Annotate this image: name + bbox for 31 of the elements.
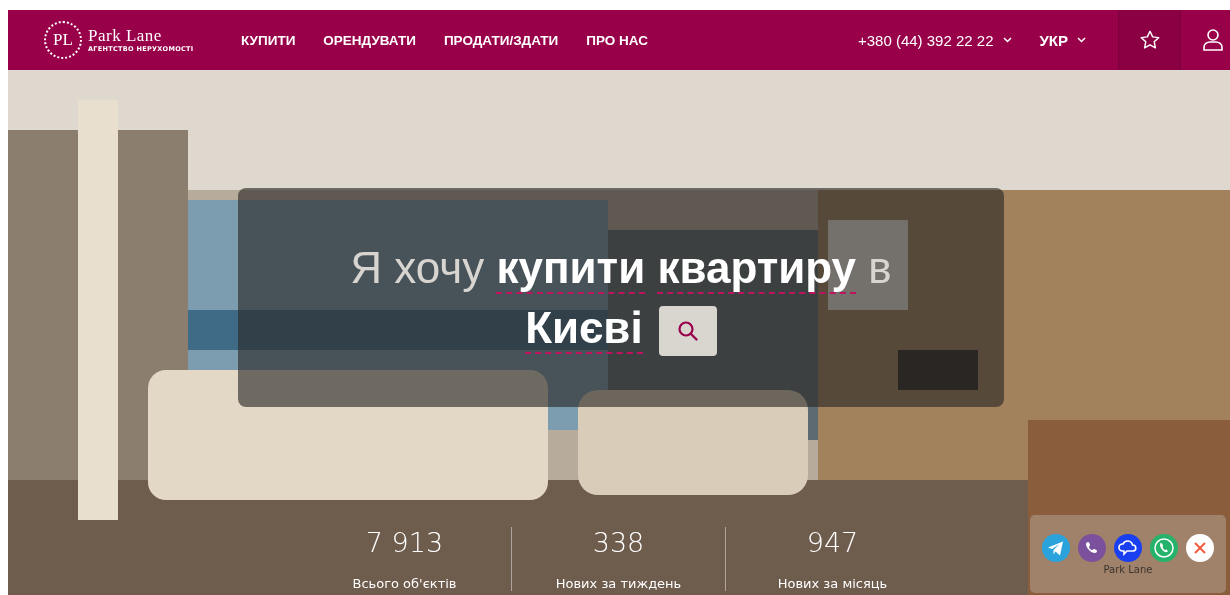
stat-value: 947 (806, 527, 859, 558)
phone-icon[interactable] (1150, 533, 1178, 562)
stat-label: Нових за місяць (777, 576, 888, 591)
stat-value: 338 (592, 527, 645, 558)
language-dropdown[interactable]: УКР (1025, 10, 1100, 70)
search-phrase: Я хочу купити квартиру в Києві (301, 237, 941, 358)
phone-dropdown[interactable]: +380 (44) 392 22 22 (843, 10, 1026, 70)
user-icon (1202, 28, 1224, 52)
nav-link[interactable]: ОРЕНДУВАТИ (323, 32, 416, 48)
stat-label: Нових за тиждень (555, 576, 682, 591)
caret-icon (1077, 37, 1086, 43)
widget-caption: Park Lane (1103, 563, 1153, 575)
phrase-choice[interactable]: купити (496, 242, 646, 294)
phrase-choice[interactable]: Києві (525, 302, 643, 354)
chat-cloud-icon[interactable] (1114, 533, 1142, 562)
logo-name[interactable]: Park Lane (88, 27, 194, 45)
favorites-button[interactable] (1118, 10, 1180, 70)
stat-value: 7 913 (365, 527, 444, 558)
phone-bubble-icon[interactable] (1078, 533, 1106, 562)
paper-plane-icon[interactable] (1042, 533, 1070, 562)
search-button[interactable] (658, 305, 717, 356)
stat-label: Всього об'єктів (352, 576, 457, 591)
search-icon (675, 318, 700, 343)
logo-monogram[interactable]: PL (44, 21, 82, 59)
caret-icon (1002, 37, 1012, 43)
nav-link[interactable]: ПРОДАТИ/ЗДАТИ (443, 32, 559, 48)
nav-link[interactable]: ПРО НАС (586, 32, 648, 48)
phrase-choice[interactable]: квартиру (657, 242, 857, 294)
star-icon (1138, 29, 1161, 51)
close-icon[interactable] (1186, 533, 1214, 562)
nav-link[interactable]: КУПИТИ (241, 32, 296, 48)
